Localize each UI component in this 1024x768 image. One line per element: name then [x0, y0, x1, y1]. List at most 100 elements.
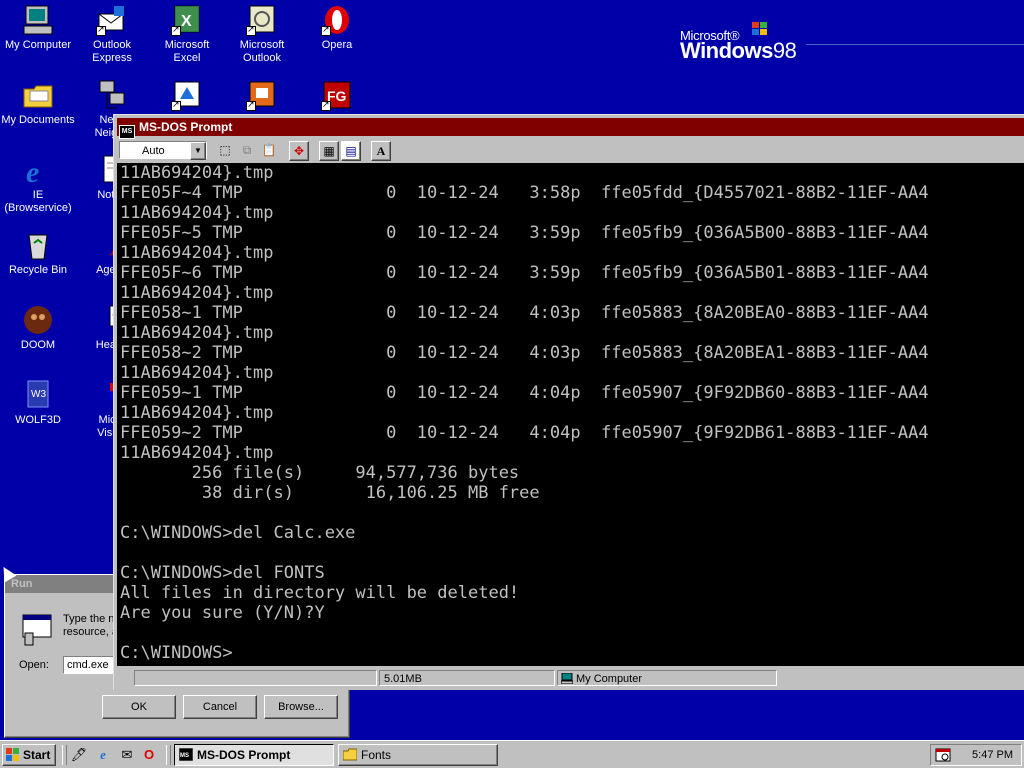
copy-button[interactable]: ⧉	[237, 141, 257, 161]
console-line: 38 dir(s) 16,106.25 MB free	[120, 483, 540, 503]
desktop-icon-recycle-bin[interactable]: Recycle Bin	[0, 229, 76, 277]
status-size: 5.01MB	[379, 670, 555, 686]
console-screen[interactable]: 11AB694204}.tmp FFE05F~4 TMP 0 10-12-24 3…	[117, 163, 1024, 666]
start-button[interactable]: Start	[2, 744, 56, 766]
properties-icon: ▦	[323, 144, 335, 158]
background-button[interactable]: ▤	[341, 141, 361, 161]
run-description-line1: Type the n	[63, 613, 115, 625]
clock[interactable]: 5:47 PM	[972, 745, 1013, 765]
quick-launch-grip[interactable]	[62, 745, 67, 765]
ms-dos-window: MS MS-DOS Prompt Auto ▼ ⬚ ⧉ 📋 ✥ ▦ ▤ A 11A…	[113, 114, 1024, 690]
system-tray: 5:47 PM	[930, 744, 1022, 766]
console-line: 11AB694204}.tmp	[120, 243, 274, 263]
desktop-icon-opera[interactable]: Opera	[299, 4, 375, 52]
ms-dos-toolbar: Auto ▼ ⬚ ⧉ 📋 ✥ ▦ ▤ A	[117, 139, 1024, 163]
status-location: My Computer	[557, 670, 777, 686]
console-line: FFE05F~4 TMP 0 10-12-24 3:58p ffe05fdd_{…	[120, 183, 929, 203]
run-description-line2: resource, a	[63, 626, 119, 638]
desktop-icon-microsoft-excel[interactable]: X Microsoft Excel	[149, 4, 225, 65]
console-line: FFE059~2 TMP 0 10-12-24 4:04p ffe05907_{…	[120, 423, 929, 443]
full-screen-icon: ✥	[293, 144, 305, 158]
desktop-icon-label: Outlook Express	[92, 39, 132, 64]
desktop-icon-shortcut-orange[interactable]	[224, 79, 300, 114]
ms-dos-title: MS-DOS Prompt	[139, 120, 233, 134]
console-line: 11AB694204}.tmp	[120, 163, 274, 183]
scheduler-icon[interactable]	[935, 748, 951, 762]
font-size-select[interactable]: Auto ▼	[119, 141, 207, 160]
task-fonts[interactable]: Fonts	[338, 744, 498, 766]
console-line: FFE058~2 TMP 0 10-12-24 4:03p ffe05883_{…	[120, 343, 929, 363]
console-line: Are you sure (Y/N)?Y	[120, 603, 325, 623]
show-desktop-icon[interactable]: 🖊	[70, 746, 88, 764]
folder-icon	[343, 748, 357, 761]
desktop-icon-my-computer[interactable]: My Computer	[0, 4, 76, 52]
paste-button[interactable]: 📋	[259, 141, 279, 161]
properties-button[interactable]: ▦	[319, 141, 339, 161]
task-label: Fonts	[361, 748, 392, 762]
app-icon: FG	[321, 79, 353, 111]
ok-button[interactable]: OK	[102, 695, 176, 719]
cancel-button[interactable]: Cancel	[183, 695, 257, 719]
doom-icon	[22, 304, 54, 336]
desktop-icon-wolf3d[interactable]: W3 WOLF3D	[0, 379, 76, 427]
my-computer-icon	[561, 673, 573, 684]
full-screen-button[interactable]: ✥	[289, 141, 309, 161]
console-line: FFE05F~5 TMP 0 10-12-24 3:59p ffe05fb9_{…	[120, 223, 929, 243]
excel-icon: X	[171, 4, 203, 36]
logo-windows: Windows98	[680, 38, 797, 64]
ie-quicklaunch-icon[interactable]: e	[94, 746, 112, 764]
internet-explorer-icon: e	[22, 154, 54, 189]
ms-dos-icon: MS	[179, 748, 193, 761]
logo-windows-word: Windows	[680, 38, 773, 63]
run-icon	[22, 614, 52, 646]
desktop-icon-label: DOOM	[20, 339, 56, 351]
svg-text:X: X	[181, 13, 192, 30]
windows-flag-icon	[6, 748, 19, 761]
opera-icon	[321, 4, 353, 36]
task-ms-dos-prompt[interactable]: MS MS-DOS Prompt	[174, 744, 334, 766]
console-line: 11AB694204}.tmp	[120, 403, 274, 423]
ms-dos-titlebar[interactable]: MS MS-DOS Prompt	[117, 118, 1024, 139]
network-icon	[96, 79, 128, 111]
console-line: 256 file(s) 94,577,736 bytes	[120, 463, 520, 483]
status-bar: 5.01MB My Computer	[134, 670, 778, 689]
powerpoint-icon	[246, 79, 278, 111]
wolf3d-icon: W3	[22, 379, 54, 411]
windows-flag-icon	[752, 22, 767, 35]
desktop-icon-outlook-express[interactable]: Outlook Express	[74, 4, 150, 65]
opera-quicklaunch-icon[interactable]: O	[140, 746, 158, 764]
console-line: FFE05F~6 TMP 0 10-12-24 3:59p ffe05fb9_{…	[120, 263, 929, 283]
taskbar: Start 🖊 e ✉ O MS MS-DOS Prompt Fonts 5:4…	[0, 740, 1024, 768]
mark-button[interactable]: ⬚	[215, 141, 235, 161]
console-line: FFE059~1 TMP 0 10-12-24 4:04p ffe05907_{…	[120, 383, 929, 403]
ms-dos-icon: MS	[119, 125, 135, 139]
svg-text:W3: W3	[31, 389, 46, 400]
status-location-label: My Computer	[576, 673, 643, 685]
console-line: 11AB694204}.tmp	[120, 323, 274, 343]
font-button[interactable]: A	[371, 141, 391, 161]
font-icon: A	[376, 144, 386, 158]
chevron-down-icon[interactable]: ▼	[190, 142, 206, 160]
desktop-icon-microsoft-outlook[interactable]: Microsoft Outlook	[224, 4, 300, 65]
console-line: 11AB694204}.tmp	[120, 363, 274, 383]
desktop-icon-shortcut-red[interactable]: FG	[299, 79, 375, 114]
console-line: 11AB694204}.tmp	[120, 203, 274, 223]
desktop-icon-label: Opera	[321, 39, 353, 51]
status-pane-empty	[134, 670, 377, 686]
outlook-express-icon	[96, 4, 128, 36]
task-label: MS-DOS Prompt	[197, 748, 291, 762]
desktop-icon-my-documents[interactable]: My Documents	[0, 79, 76, 127]
mark-icon: ⬚	[219, 143, 231, 157]
browse-button[interactable]: Browse...	[264, 695, 338, 719]
desktop-icon-ie[interactable]: e IE (Browservice)	[0, 154, 76, 215]
tasks-grip[interactable]	[166, 745, 171, 765]
console-line: FFE058~1 TMP 0 10-12-24 4:03p ffe05883_{…	[120, 303, 929, 323]
desktop-icon-shortcut-blue[interactable]	[149, 79, 225, 114]
console-line: C:\WINDOWS>del FONTS	[120, 563, 325, 583]
desktop-icon-doom[interactable]: DOOM	[0, 304, 76, 352]
run-description: Type the n resource, a	[63, 613, 118, 639]
outlook-express-quicklaunch-icon[interactable]: ✉	[118, 746, 136, 764]
